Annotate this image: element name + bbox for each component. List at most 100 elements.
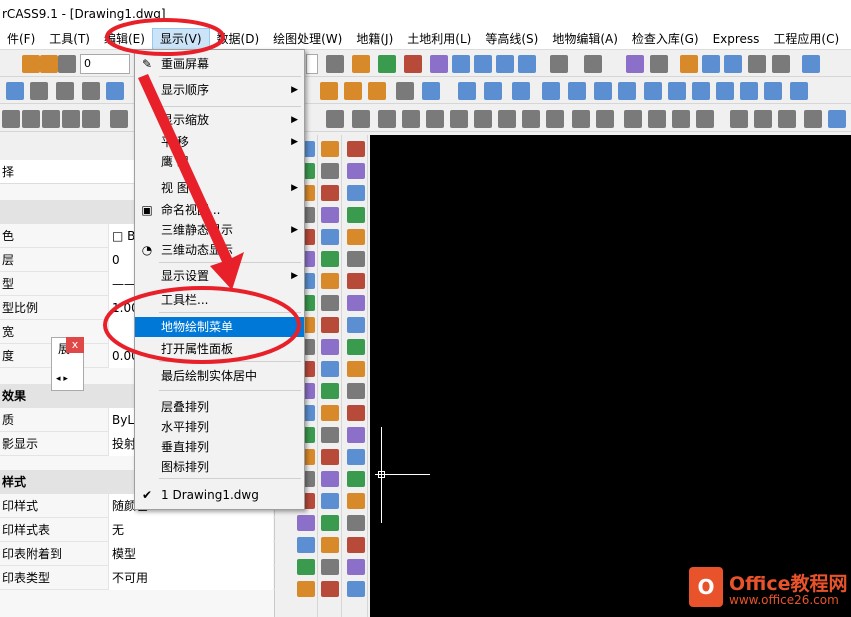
- property-row[interactable]: 印表附着到 模型: [0, 542, 275, 566]
- menu-item-0[interactable]: 件(F): [0, 28, 42, 50]
- tool-button-icon[interactable]: [347, 229, 365, 245]
- 3d-dome-icon[interactable]: [474, 110, 492, 128]
- menu-item-10[interactable]: 检查入库(G): [625, 28, 706, 50]
- property-value[interactable]: 无: [108, 518, 273, 542]
- 3dmesh-icon[interactable]: [596, 110, 614, 128]
- tool-button-icon[interactable]: [347, 405, 365, 421]
- coord-icon[interactable]: [484, 82, 502, 100]
- elevation-icon[interactable]: [644, 82, 662, 100]
- survey-icon[interactable]: [320, 82, 338, 100]
- menu-item-13[interactable]: 其他应: [846, 28, 851, 50]
- tool-button-icon[interactable]: [347, 449, 365, 465]
- tool-button-icon[interactable]: [347, 427, 365, 443]
- tool-button-icon[interactable]: [321, 317, 339, 333]
- text-edit-icon[interactable]: [106, 82, 124, 100]
- torus-icon[interactable]: [82, 110, 100, 128]
- display-menu-item-11[interactable]: 地物绘制菜单: [135, 317, 304, 337]
- azimuth-icon[interactable]: [618, 82, 636, 100]
- display-menu-item-16[interactable]: 垂直排列: [135, 437, 304, 457]
- edge-icon[interactable]: [572, 110, 590, 128]
- menu-item-1[interactable]: 工具(T): [42, 28, 97, 50]
- menu-item-9[interactable]: 地物编辑(A): [545, 28, 625, 50]
- wedge-icon[interactable]: [62, 110, 80, 128]
- profile-icon[interactable]: [368, 82, 386, 100]
- menu-item-3[interactable]: 显示(V): [151, 27, 210, 50]
- 3d-mesh-icon[interactable]: [546, 110, 564, 128]
- tool-button-icon[interactable]: [347, 295, 365, 311]
- layer-icon[interactable]: [352, 55, 370, 73]
- menu-item-4[interactable]: 数据(D): [210, 28, 267, 50]
- tool-button-icon[interactable]: [321, 493, 339, 509]
- erase-icon[interactable]: [430, 55, 448, 73]
- property-value[interactable]: 模型: [108, 542, 273, 566]
- property-value[interactable]: 不可用: [108, 566, 273, 590]
- box-icon[interactable]: [110, 110, 128, 128]
- tool-button-icon[interactable]: [321, 471, 339, 487]
- brush-icon[interactable]: [680, 55, 698, 73]
- tool-button-icon[interactable]: [321, 141, 339, 157]
- tool-button-icon[interactable]: [321, 163, 339, 179]
- tool-button-icon[interactable]: [297, 559, 315, 575]
- tool-button-icon[interactable]: [297, 537, 315, 553]
- rulesurf-icon[interactable]: [672, 110, 690, 128]
- tool-button-icon[interactable]: [347, 559, 365, 575]
- tool-button-icon[interactable]: [347, 185, 365, 201]
- display-menu-item-7[interactable]: 三维静态显示 ▶: [135, 220, 304, 240]
- display-menu-item-15[interactable]: 水平排列: [135, 417, 304, 437]
- floating-mini-panel[interactable]: 展 x ◂ ▸: [51, 337, 84, 391]
- display-menu-item-6[interactable]: 命名视图... ▣: [135, 200, 304, 220]
- tool-button-icon[interactable]: [321, 581, 339, 597]
- display-menu-item-3[interactable]: 平 移 ▶: [135, 132, 304, 152]
- tool-button-icon[interactable]: [347, 493, 365, 509]
- cylinder-icon[interactable]: [22, 110, 40, 128]
- lineweight-icon[interactable]: [326, 55, 344, 73]
- match-icon[interactable]: [378, 55, 396, 73]
- display-menu-item-5[interactable]: 视 图 ▶: [135, 178, 304, 198]
- tool-button-icon[interactable]: [297, 581, 315, 597]
- measure-icon[interactable]: [512, 82, 530, 100]
- tool-button-icon[interactable]: [347, 163, 365, 179]
- menu-item-5[interactable]: 绘图处理(W): [266, 28, 349, 50]
- section-icon[interactable]: [396, 82, 414, 100]
- tool-button-icon[interactable]: [321, 383, 339, 399]
- tool-button-icon[interactable]: [321, 427, 339, 443]
- tool-button-icon[interactable]: [321, 273, 339, 289]
- subtract-icon[interactable]: [754, 110, 772, 128]
- tool-button-icon[interactable]: [321, 559, 339, 575]
- revsurf-icon[interactable]: [624, 110, 642, 128]
- pencil-icon[interactable]: [404, 55, 422, 73]
- tool-button-icon[interactable]: [321, 405, 339, 421]
- tool-button-icon[interactable]: [321, 229, 339, 245]
- redo-icon[interactable]: [584, 55, 602, 73]
- 3d-torus-icon[interactable]: [522, 110, 540, 128]
- tool-button-icon[interactable]: [321, 449, 339, 465]
- mtext-icon[interactable]: [82, 82, 100, 100]
- tabsurf-icon[interactable]: [648, 110, 666, 128]
- slice-icon[interactable]: [804, 110, 822, 128]
- block-icon[interactable]: [422, 82, 440, 100]
- display-menu-item-17[interactable]: 图标排列: [135, 457, 304, 477]
- menu-item-11[interactable]: Express: [706, 28, 767, 50]
- display-menu-item-14[interactable]: 层叠排列: [135, 397, 304, 417]
- tool-button-icon[interactable]: [321, 515, 339, 531]
- angle-icon[interactable]: [458, 82, 476, 100]
- dist-icon[interactable]: [594, 82, 612, 100]
- move-icon[interactable]: [702, 55, 720, 73]
- tool-button-icon[interactable]: [321, 207, 339, 223]
- tool-button-icon[interactable]: [347, 207, 365, 223]
- undo-icon[interactable]: [550, 55, 568, 73]
- zoom-extents-icon[interactable]: [518, 55, 536, 73]
- tool-button-icon[interactable]: [321, 537, 339, 553]
- layer-combo[interactable]: 0: [80, 54, 130, 74]
- tool-button-icon[interactable]: [347, 251, 365, 267]
- display-menu-item-18[interactable]: 1 Drawing1.dwg ✔: [135, 485, 304, 505]
- tool-button-icon[interactable]: [347, 515, 365, 531]
- sphere-icon[interactable]: [2, 110, 20, 128]
- 3d-sphere-icon[interactable]: [450, 110, 468, 128]
- tool-button-icon[interactable]: [347, 361, 365, 377]
- display-menu-item-8[interactable]: 三维动态显示 ◔: [135, 240, 304, 260]
- edgesurf-icon[interactable]: [696, 110, 714, 128]
- report-icon[interactable]: [790, 82, 808, 100]
- zoom-window-icon[interactable]: [474, 55, 492, 73]
- layer-combo-arrow[interactable]: [306, 54, 318, 74]
